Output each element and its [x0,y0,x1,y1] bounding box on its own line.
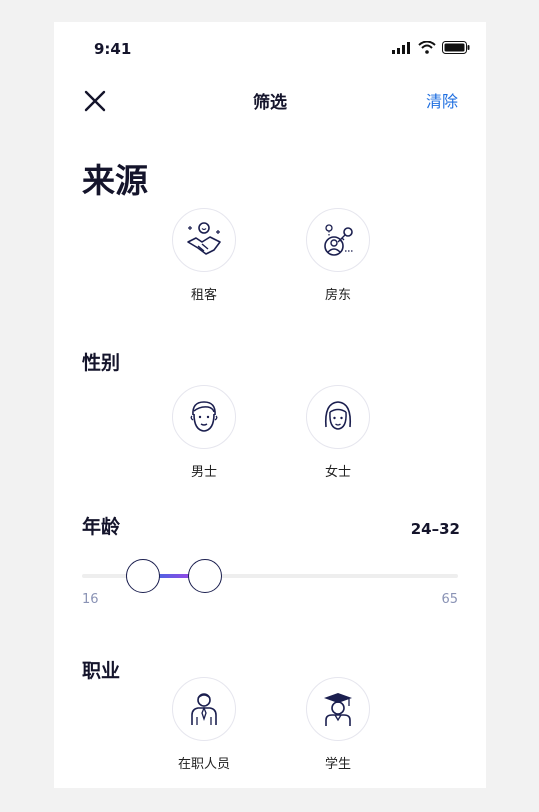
employee-icon [191,693,217,725]
clear-button[interactable]: 清除 [426,88,458,112]
female-face-icon [324,401,352,430]
status-time: 9:41 [94,40,132,58]
header: 筛选 清除 [54,82,486,118]
female-icon-circle [306,385,370,449]
employee-icon-circle [172,677,236,741]
occupation-title: 职业 [82,660,121,682]
age-range-value: 24–32 [410,520,460,538]
wifi-icon [418,41,436,54]
tenant-label: 租客 [190,288,217,303]
battery-icon [442,41,470,54]
student-label: 学生 [324,757,351,772]
age-slider-max-handle[interactable] [187,559,222,593]
option-employee[interactable]: 在职人员 [154,677,254,772]
landlord-icon-circle [306,208,370,272]
gender-title: 性别 [82,352,121,374]
graduate-icon [324,693,352,726]
student-icon-circle [306,677,370,741]
option-student[interactable]: 学生 [288,677,388,772]
male-icon-circle [172,385,236,449]
age-slider-max-label: 65 [441,592,458,607]
option-female[interactable]: 女士 [288,385,388,480]
status-icons [392,41,470,54]
signal-icon [392,41,410,54]
male-face-icon [190,401,218,432]
source-title: 来源 [82,161,148,200]
age-slider-min-handle[interactable] [126,559,161,593]
option-tenant[interactable]: 租客 [154,208,254,303]
tenant-icon-circle [172,208,236,272]
filter-screen: 9:41 筛选 清除 来源 租客 房东 性别 男士 女士 年龄 24–32 16… [54,22,486,788]
female-label: 女士 [324,465,351,480]
employee-label: 在职人员 [177,757,230,772]
option-male[interactable]: 男士 [154,385,254,480]
male-label: 男士 [190,465,217,480]
age-title: 年龄 [82,516,121,538]
age-slider-min-label: 16 [82,592,99,607]
page-title: 筛选 [253,93,287,113]
landlord-key-icon [324,224,353,256]
handshake-icon [187,222,221,255]
option-landlord[interactable]: 房东 [288,208,388,303]
landlord-label: 房东 [324,288,351,303]
